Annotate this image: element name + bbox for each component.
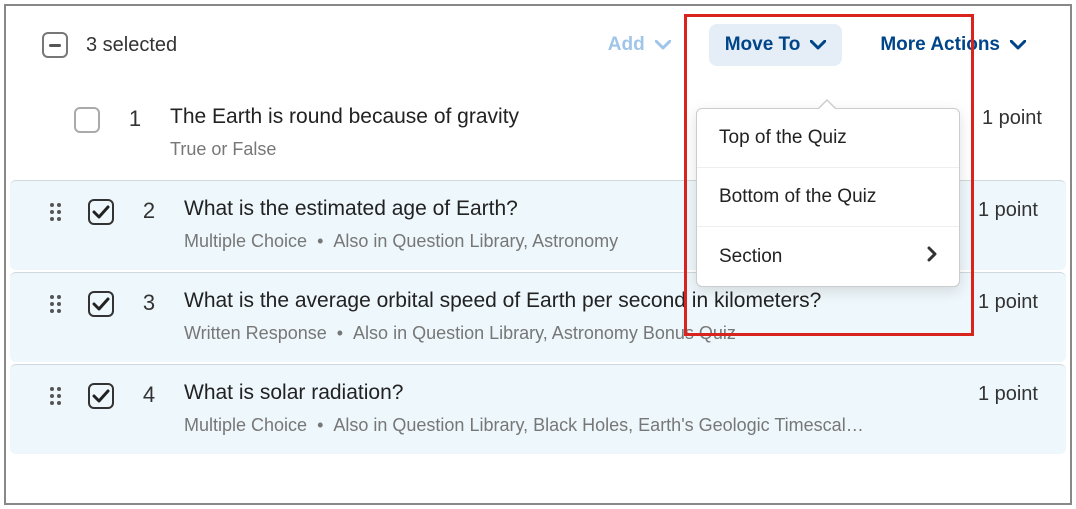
move-to-dropdown: Top of the Quiz Bottom of the Quiz Secti… xyxy=(696,108,960,287)
question-number: 1 xyxy=(124,106,146,132)
move-to-button[interactable]: Move To xyxy=(709,24,843,66)
more-actions-button[interactable]: More Actions xyxy=(864,24,1042,66)
question-type: True or False xyxy=(170,139,276,159)
toolbar: 3 selected Add Move To More Actions xyxy=(6,6,1070,88)
question-number: 3 xyxy=(138,290,160,316)
question-meta-extra: Also in Question Library, Astronomy Bonu… xyxy=(353,323,736,343)
question-type: Multiple Choice xyxy=(184,231,307,251)
question-type: Written Response xyxy=(184,323,327,343)
question-meta: Multiple Choice•Also in Question Library… xyxy=(184,415,934,436)
question-title: What is the average orbital speed of Ear… xyxy=(184,289,934,313)
question-title: What is solar radiation? xyxy=(184,381,934,405)
dropdown-item-bottom[interactable]: Bottom of the Quiz xyxy=(697,168,959,227)
dropdown-item-label: Top of the Quiz xyxy=(719,127,847,149)
add-label: Add xyxy=(608,34,645,56)
row-checkbox[interactable] xyxy=(88,199,114,225)
check-icon xyxy=(92,205,110,219)
drag-handle-icon[interactable] xyxy=(50,203,64,221)
question-number: 2 xyxy=(138,198,160,224)
question-points: 1 point xyxy=(978,383,1038,406)
row-checkbox[interactable] xyxy=(88,291,114,317)
check-icon xyxy=(92,389,110,403)
dropdown-item-section[interactable]: Section xyxy=(697,227,959,286)
add-button[interactable]: Add xyxy=(592,24,687,66)
question-meta-extra: Also in Question Library, Astronomy xyxy=(333,231,618,251)
question-row: 4 What is solar radiation? Multiple Choi… xyxy=(10,364,1066,454)
question-meta: Written Response•Also in Question Librar… xyxy=(184,323,934,344)
drag-handle-icon[interactable] xyxy=(50,295,64,313)
question-number: 4 xyxy=(138,382,160,408)
chevron-down-icon xyxy=(810,40,826,50)
more-actions-label: More Actions xyxy=(880,34,1000,56)
chevron-down-icon xyxy=(1010,40,1026,50)
move-to-label: Move To xyxy=(725,34,801,56)
drag-handle-icon[interactable] xyxy=(50,387,64,405)
master-checkbox[interactable] xyxy=(42,32,68,58)
question-points: 1 point xyxy=(978,291,1038,314)
chevron-right-icon xyxy=(927,245,937,268)
chevron-down-icon xyxy=(655,40,671,50)
question-type: Multiple Choice xyxy=(184,415,307,435)
question-points: 1 point xyxy=(978,199,1038,222)
question-points: 1 point xyxy=(982,107,1042,130)
check-icon xyxy=(92,297,110,311)
dropdown-item-label: Section xyxy=(719,246,782,268)
selection-count-label: 3 selected xyxy=(86,34,177,57)
dropdown-item-label: Bottom of the Quiz xyxy=(719,186,876,208)
minus-icon xyxy=(49,44,61,47)
question-meta-extra: Also in Question Library, Black Holes, E… xyxy=(333,415,863,435)
dropdown-item-top[interactable]: Top of the Quiz xyxy=(697,109,959,168)
row-checkbox[interactable] xyxy=(74,107,100,133)
row-checkbox[interactable] xyxy=(88,383,114,409)
